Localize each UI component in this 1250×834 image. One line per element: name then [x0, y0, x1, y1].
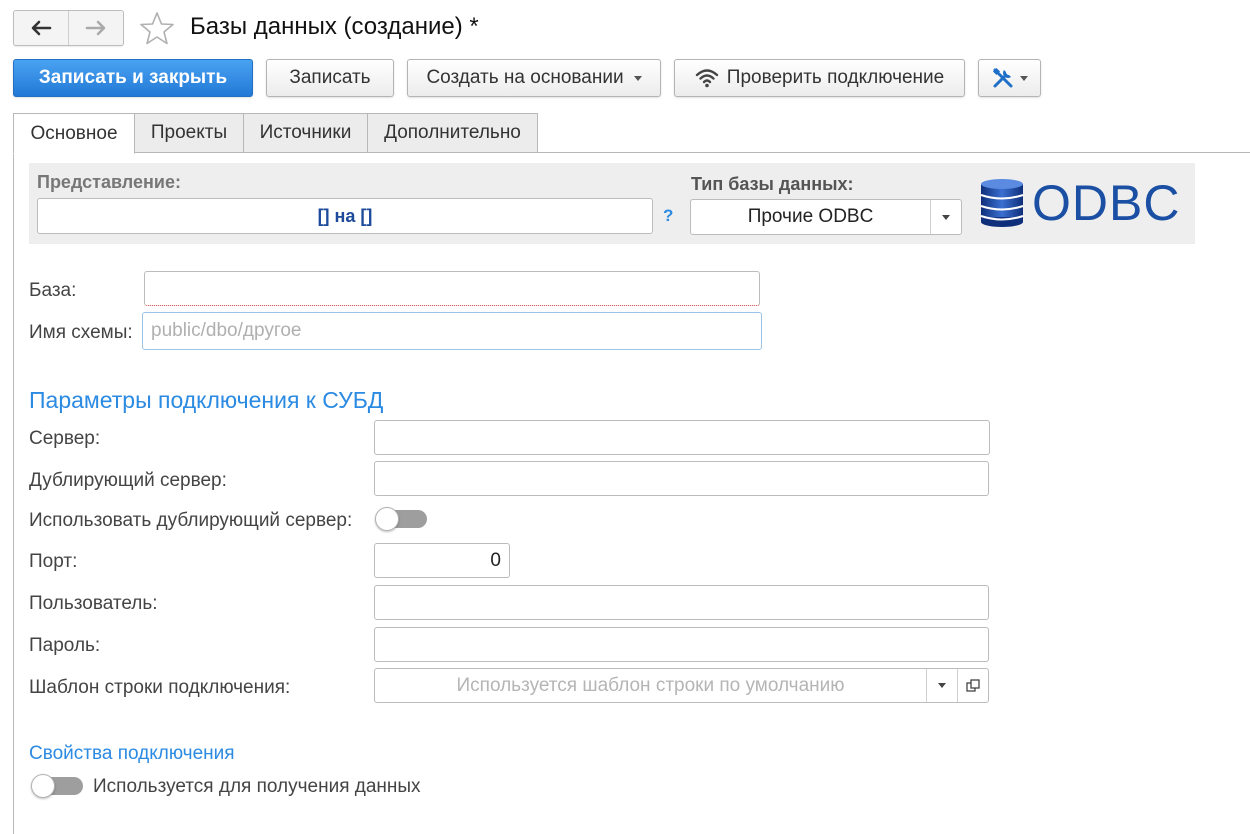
chevron-down-icon	[1019, 75, 1028, 81]
properties-section-title: Свойства подключения	[29, 743, 235, 764]
server-input[interactable]	[374, 420, 990, 455]
template-dropdown-button[interactable]	[926, 669, 957, 702]
backup-server-label: Дублирующий сервер:	[29, 470, 227, 491]
help-icon[interactable]: ?	[663, 206, 673, 226]
representation-field[interactable]: [] на []	[37, 198, 653, 234]
user-input[interactable]	[374, 585, 989, 620]
password-input[interactable]	[374, 627, 989, 662]
arrow-right-icon	[85, 20, 106, 36]
template-placeholder: Используется шаблон строки по умолчанию	[456, 674, 845, 696]
base-label: База:	[29, 280, 77, 301]
check-connection-label: Проверить подключение	[726, 67, 945, 88]
template-combo[interactable]: Используется шаблон строки по умолчанию	[374, 668, 989, 703]
save-button[interactable]: Записать	[266, 59, 394, 97]
form-border	[13, 152, 14, 834]
tools-icon	[992, 67, 1012, 88]
connection-section-title: Параметры подключения к СУБД	[29, 387, 384, 413]
user-label: Пользователь:	[29, 593, 158, 614]
port-label: Порт:	[29, 551, 78, 572]
create-based-on-button[interactable]: Создать на основании	[407, 59, 661, 97]
schema-input[interactable]: public/dbo/другое	[142, 312, 762, 350]
create-based-on-label: Создать на основании	[426, 67, 624, 88]
tab-sources[interactable]: Источники	[243, 113, 368, 153]
navigation-buttons	[13, 10, 124, 46]
db-type-dropdown-button[interactable]	[930, 200, 961, 234]
password-label: Пароль:	[29, 635, 101, 656]
port-input[interactable]: 0	[374, 543, 510, 578]
tab-main[interactable]: Основное	[13, 113, 135, 154]
page-title: Базы данных (создание) *	[190, 13, 479, 40]
chevron-down-icon	[633, 75, 642, 81]
db-type-select[interactable]: Прочие ODBC	[690, 199, 962, 235]
used-for-data-label: Используется для получения данных	[93, 776, 421, 797]
chevron-down-icon	[938, 683, 946, 688]
server-label: Сервер:	[29, 428, 101, 449]
forward-button[interactable]	[68, 11, 123, 45]
representation-label: Представление:	[37, 172, 181, 192]
wifi-icon	[695, 69, 718, 88]
use-backup-label: Использовать дублирующий сервер:	[29, 510, 353, 531]
used-for-data-toggle[interactable]	[31, 774, 83, 798]
save-and-close-button[interactable]: Записать и закрыть	[13, 59, 253, 97]
template-open-button[interactable]	[957, 669, 988, 702]
db-type-label: Тип базы данных:	[691, 174, 854, 194]
db-type-value: Прочие ODBC	[747, 206, 874, 227]
toggle-knob	[31, 774, 55, 798]
back-button[interactable]	[14, 11, 68, 45]
arrow-left-icon	[31, 20, 52, 36]
check-connection-button[interactable]: Проверить подключение	[674, 59, 965, 97]
backup-server-input[interactable]	[374, 461, 989, 496]
toggle-knob	[375, 507, 399, 531]
tools-menu-button[interactable]	[978, 59, 1041, 97]
base-input[interactable]	[144, 271, 760, 306]
schema-label: Имя схемы:	[29, 322, 133, 343]
database-icon	[980, 179, 1024, 227]
tab-projects[interactable]: Проекты	[134, 113, 244, 153]
chevron-down-icon	[942, 214, 950, 220]
open-window-icon	[966, 678, 980, 692]
star-icon[interactable]	[138, 10, 176, 48]
template-label: Шаблон строки подключения:	[29, 677, 291, 698]
use-backup-toggle[interactable]	[375, 507, 427, 531]
odbc-logo-text: ODBC	[1032, 175, 1181, 231]
tab-additional[interactable]: Дополнительно	[367, 113, 538, 153]
